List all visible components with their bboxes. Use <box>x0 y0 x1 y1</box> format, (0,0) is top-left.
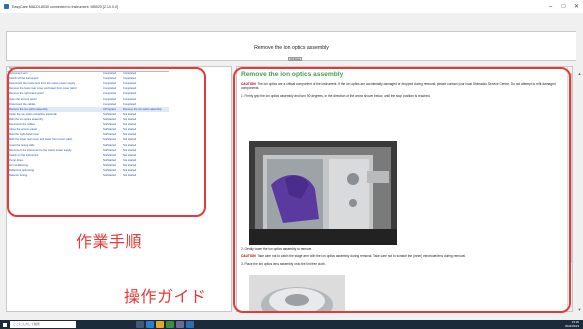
easycare-taskbar-icon[interactable] <box>186 321 194 328</box>
start-button[interactable] <box>0 320 9 329</box>
step-list-highlight <box>7 67 206 217</box>
scroll-down-icon[interactable]: ▼ <box>576 307 583 313</box>
app-icon-green[interactable] <box>166 321 174 328</box>
app-icon <box>4 4 9 9</box>
folder-icon[interactable] <box>156 321 164 328</box>
continue-button[interactable]: Continue <box>288 57 302 61</box>
window-title: EasyCare MALDI-8030 connected to Instrum… <box>12 4 118 9</box>
scroll-up-icon[interactable]: ▲ <box>576 71 583 77</box>
clock[interactable]: 15:20 2022/03/23 <box>565 321 579 328</box>
window-scrollbar[interactable]: ▲ ▼ <box>576 13 583 320</box>
window-controls: – □ ✕ <box>544 0 583 13</box>
taskbar: ここに入力して検索 15:20 2022/03/23 <box>0 320 583 329</box>
system-tray: 15:20 2022/03/23 <box>565 321 583 328</box>
close-button[interactable]: ✕ <box>570 0 583 13</box>
minimize-button[interactable]: – <box>544 0 557 13</box>
step-title: Remove the ion optics assembly <box>254 45 329 51</box>
window-titlebar: EasyCare MALDI-8030 connected to Instrum… <box>0 0 583 13</box>
taskbar-search[interactable]: ここに入力して検索 <box>10 321 76 328</box>
operation-guide-label: 操作ガイド <box>124 289 207 306</box>
edge-icon[interactable] <box>146 321 154 328</box>
work-procedure-label: 作業手順 <box>76 234 143 251</box>
guide-highlight <box>233 67 571 313</box>
windows-icon <box>2 322 7 327</box>
clock-date: 2022/03/23 <box>565 323 579 328</box>
maximize-button[interactable]: □ <box>557 0 570 13</box>
app-icon-grey[interactable] <box>176 321 184 328</box>
task-view-icon[interactable] <box>136 321 144 328</box>
step-header: Remove the ion optics assembly Continue <box>6 31 577 61</box>
